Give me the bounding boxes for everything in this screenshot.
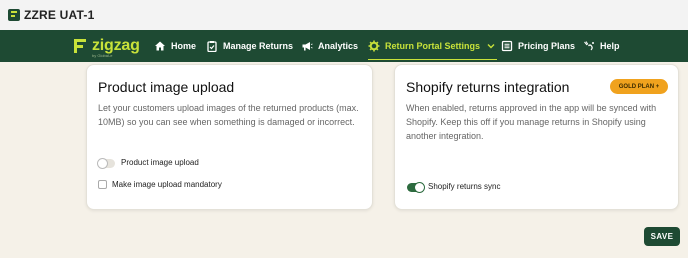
app-icon	[8, 9, 20, 21]
nav-item-label: Manage Returns	[223, 41, 294, 51]
logo-mark-icon	[74, 39, 88, 53]
toggle-knob	[414, 182, 425, 193]
window-title-bar: ZZRE UAT-1	[0, 0, 688, 30]
card-title: Product image upload	[98, 79, 235, 95]
nav-item-label: Home	[171, 41, 197, 51]
product-image-upload-toggle[interactable]	[97, 158, 115, 169]
card-description: Let your customers upload images of the …	[98, 103, 359, 127]
card-title: Shopify returns integration	[406, 79, 570, 95]
nav-item-analytics[interactable]: Analytics	[301, 30, 358, 62]
save-button[interactable]: SAVE	[644, 227, 680, 246]
help-icon	[583, 40, 595, 52]
nav-item-home[interactable]: Home	[154, 30, 196, 62]
nav-item-return-portal-settings[interactable]: Return Portal Settings	[368, 30, 498, 62]
gear-icon	[368, 40, 380, 52]
chevron-down-icon	[485, 40, 497, 52]
list-icon	[501, 40, 513, 52]
nav-item-label: Return Portal Settings	[385, 41, 481, 51]
home-icon	[154, 40, 166, 52]
logo-subtext: by Global-e	[92, 53, 113, 58]
gold-plan-badge: GOLD PLAN +	[610, 79, 668, 94]
nav-item-label: Analytics	[318, 41, 359, 51]
nav-item-manage-returns[interactable]: Manage Returns	[206, 30, 293, 62]
megaphone-icon	[301, 40, 313, 52]
nav-item-label: Pricing Plans	[518, 41, 576, 51]
toggle-label: Shopify returns sync	[428, 182, 501, 191]
shopify-returns-sync-toggle[interactable]	[407, 182, 425, 193]
nav-item-pricing-plans[interactable]: Pricing Plans	[501, 30, 575, 62]
top-navigation: zigzag by Global-e Home Manage Returns A…	[0, 30, 688, 62]
mandatory-upload-checkbox[interactable]	[98, 180, 107, 189]
nav-item-help[interactable]: Help	[583, 30, 620, 62]
checkbox-label: Make image upload mandatory	[112, 180, 222, 189]
product-image-upload-card: Product image upload Let your customers …	[86, 64, 373, 210]
window-title: ZZRE UAT-1	[24, 8, 95, 22]
toggle-knob	[97, 158, 108, 169]
zigzag-logo[interactable]: zigzag by Global-e	[74, 37, 140, 58]
toggle-label: Product image upload	[121, 158, 199, 167]
nav-item-label: Help	[600, 41, 620, 51]
clipboard-icon	[206, 40, 218, 52]
card-description: When enabled, returns approved in the ap…	[406, 103, 657, 141]
shopify-integration-card: Shopify returns integration GOLD PLAN + …	[394, 64, 679, 210]
